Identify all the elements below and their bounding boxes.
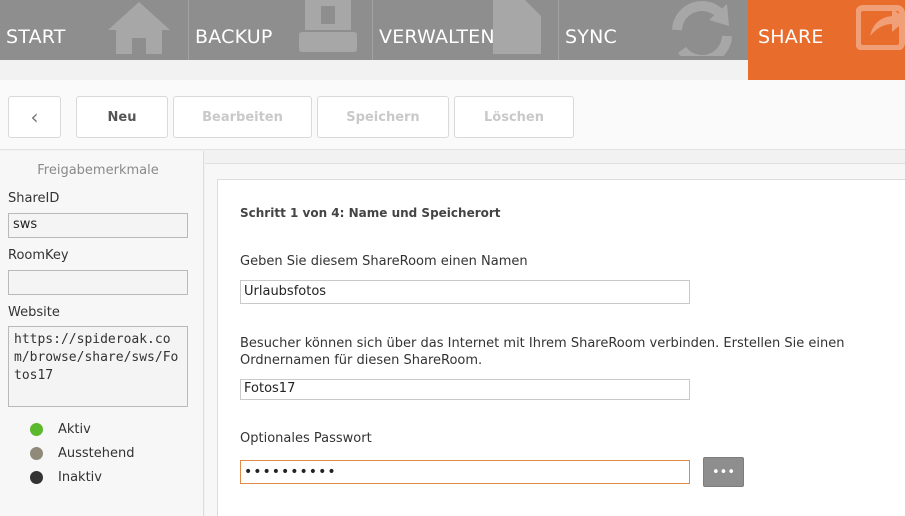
legend-active: Aktiv [30,422,91,437]
tab-backup-label: BACKUP [195,26,273,48]
toolbar: ‹ Neu Bearbeiten Speichern Löschen [0,80,905,150]
top-nav-bar: START BACKUP VERWALTEN SYNC SHARE [0,0,905,80]
tab-verwalten[interactable]: VERWALTEN [372,0,558,60]
chevron-left-icon: ‹ [30,105,39,129]
back-button[interactable]: ‹ [8,96,61,138]
backup-drive-icon [299,0,357,52]
tab-backup[interactable]: BACKUP [188,0,372,60]
shareid-field[interactable]: sws [8,213,188,238]
tab-start-label: START [6,26,66,48]
status-dot-inactive-icon [30,471,43,484]
new-button[interactable]: Neu [76,96,168,138]
room-name-label: Geben Sie diesem ShareRoom einen Namen [240,254,528,269]
share-properties-sidebar: Freigabemerkmale ShareID sws RoomKey Web… [0,151,204,516]
tab-share[interactable]: SHARE [748,0,905,80]
tab-sync-label: SYNC [565,26,617,48]
delete-button[interactable]: Löschen [454,96,574,138]
share-arrow-icon [856,5,905,50]
website-field[interactable]: https://spideroak.com/browse/share/sws/F… [8,326,188,407]
legend-inactive: Inaktiv [30,470,102,485]
legend-inactive-label: Inaktiv [58,470,102,485]
website-label: Website [8,305,60,320]
password-label: Optionales Passwort [240,431,372,446]
roomkey-field[interactable] [8,270,188,295]
legend-pending-label: Ausstehend [58,446,135,461]
room-name-input[interactable]: Urlaubsfotos [240,280,690,304]
folder-name-label-line2: Ordnernamen für diesen ShareRoom. [240,353,483,368]
document-icon [493,0,541,54]
save-button[interactable]: Speichern [317,96,449,138]
tab-start[interactable]: START [0,0,186,60]
sync-arrows-icon [672,1,732,56]
folder-name-input[interactable]: Fotos17 [240,379,690,400]
tab-verwalten-label: VERWALTEN [379,26,495,48]
sidebar-title: Freigabemerkmale [37,163,159,178]
reveal-password-button[interactable]: ••• [703,457,744,487]
legend-active-label: Aktiv [58,422,91,437]
step-title: Schritt 1 von 4: Name und Speicherort [240,206,501,220]
edit-button[interactable]: Bearbeiten [173,96,312,138]
status-dot-active-icon [30,423,43,436]
ellipsis-icon: ••• [711,464,735,480]
password-input[interactable]: •••••••••• [240,460,690,484]
legend-pending: Ausstehend [30,446,135,461]
status-dot-pending-icon [30,447,43,460]
roomkey-label: RoomKey [8,248,69,263]
home-icon [108,2,170,54]
shareid-label: ShareID [8,191,60,206]
tab-sync[interactable]: SYNC [558,0,748,60]
folder-name-label-line1: Besucher können sich über das Internet m… [240,336,845,351]
tab-share-label: SHARE [758,26,824,48]
